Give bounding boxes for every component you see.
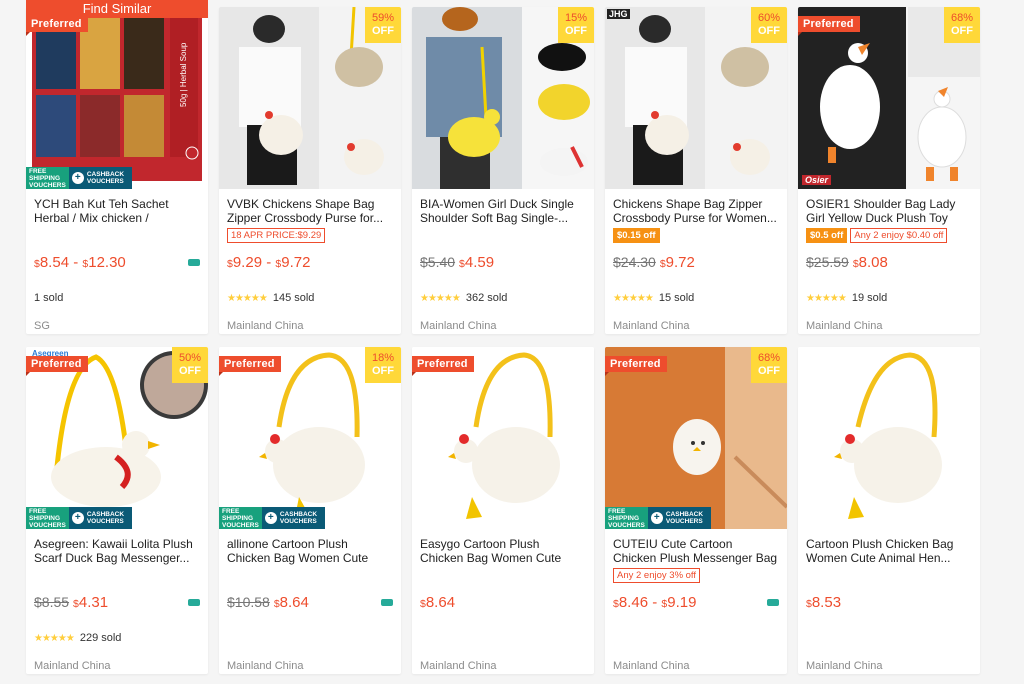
svg-text:50g | Herbal Soup: 50g | Herbal Soup: [179, 42, 188, 107]
rating-sold: ★★★★★ 229 sold: [34, 632, 122, 644]
original-price: $8.55: [34, 594, 70, 610]
discount-badge: 60% OFF: [751, 7, 787, 43]
product-location: Mainland China: [34, 660, 111, 672]
product-price: $8.46 - $9.19: [613, 594, 697, 611]
product-location: Mainland China: [420, 320, 497, 332]
preferred-badge: Preferred: [798, 16, 860, 36]
product-location: Mainland China: [420, 660, 497, 672]
product-price: $8.64: [420, 594, 456, 611]
promo-tag: Any 2 enjoy 3% off: [613, 568, 701, 583]
original-price: $25.59: [806, 254, 849, 270]
rating-stars: ★★★★★: [613, 292, 654, 304]
product-price: $8.54 - $12.30: [34, 254, 126, 271]
product-price: $8.55 $4.31: [34, 594, 109, 611]
voucher-banner: FREE SHIPPING VOUCHERS + CASHBACK VOUCHERS: [219, 507, 325, 529]
product-location: Mainland China: [613, 660, 690, 672]
product-card[interactable]: 59% OFF VVBK Chickens Shape Bag Zipper Cr…: [219, 7, 401, 334]
product-card[interactable]: Preferred 18% OFF FREE SHIPPING VOUCHERS + …: [219, 347, 401, 674]
product-image[interactable]: 59% OFF: [219, 7, 401, 189]
discount-badge: 68% OFF: [751, 347, 787, 383]
rating-stars: ★★★★★: [34, 632, 75, 644]
rating-sold: ★★★★★ 145 sold: [227, 292, 315, 304]
product-location: Mainland China: [806, 320, 883, 332]
promo-tag: 18 APR PRICE:$9.29: [227, 228, 326, 243]
discount-badge: 18% OFF: [365, 347, 401, 383]
product-card[interactable]: Asegreen Preferred 50% OFF FREE SHIPPING VO…: [26, 347, 208, 674]
product-card[interactable]: Preferred Easygo Cartoon Plush Chicken B…: [412, 347, 594, 674]
product-title[interactable]: CUTEIU Cute Cartoon Chicken Plush Messen…: [613, 537, 779, 565]
discount-badge: 59% OFF: [365, 7, 401, 43]
shipping-icon: [188, 259, 200, 266]
product-price: $9.29 - $9.72: [227, 254, 311, 271]
rating-sold: ★★★★★ 15 sold: [613, 292, 695, 304]
product-card[interactable]: Preferred Osier 68% OFF OSIER1 Shoulder B…: [798, 7, 980, 334]
product-location: Mainland China: [227, 660, 304, 672]
product-title[interactable]: BIA-Women Girl Duck Single Shoulder Soft…: [420, 197, 586, 225]
product-card[interactable]: 15% OFF BIA-Women Girl Duck Single Should…: [412, 7, 594, 334]
find-similar-button[interactable]: Find Similar: [26, 0, 208, 18]
shipping-icon: [381, 599, 393, 606]
rating-sold: ★★★★★ 362 sold: [420, 292, 508, 304]
shipping-icon: [767, 599, 779, 606]
rating-stars: ★★★★★: [420, 292, 461, 304]
product-image[interactable]: Preferred: [412, 347, 594, 529]
product-title[interactable]: Easygo Cartoon Plush Chicken Bag Women C…: [420, 537, 586, 565]
preferred-badge: Preferred: [219, 356, 281, 376]
product-image[interactable]: [798, 347, 980, 529]
product-card[interactable]: Preferred 68% OFF FREE SHIPPING VOUCHERS + …: [605, 347, 787, 674]
product-title[interactable]: VVBK Chickens Shape Bag Zipper Crossbody…: [227, 197, 393, 225]
product-price: $8.53: [806, 594, 842, 611]
discount-badge: 68% OFF: [944, 7, 980, 43]
product-image[interactable]: Preferred Osier 68% OFF: [798, 7, 980, 189]
product-image[interactable]: Preferred 68% OFF FREE SHIPPING VOUCHERS + …: [605, 347, 787, 529]
brand-mark: JHG: [607, 9, 630, 19]
voucher-banner: FREE SHIPPING VOUCHERS + CASHBACK VOUCHERS: [26, 507, 132, 529]
voucher-banner: FREE SHIPPING VOUCHERS + CASHBACK VOUCHERS: [26, 167, 132, 189]
rating-sold: ★★★★★ 19 sold: [806, 292, 888, 304]
original-price: $10.58: [227, 594, 270, 610]
discount-badge: 50% OFF: [172, 347, 208, 383]
product-location: Mainland China: [613, 320, 690, 332]
product-location: Mainland China: [806, 660, 883, 672]
discount-tag: $0.15 off: [613, 228, 660, 243]
product-location: SG: [34, 320, 50, 332]
product-title[interactable]: Cartoon Plush Chicken Bag Women Cute Ani…: [806, 537, 972, 565]
original-price: $24.30: [613, 254, 656, 270]
product-title[interactable]: OSIER1 Shoulder Bag Lady Girl Yellow Duc…: [806, 197, 972, 225]
sold-count: 1 sold: [34, 292, 64, 304]
product-price: $25.59 $8.08: [806, 254, 888, 271]
product-card[interactable]: Cartoon Plush Chicken Bag Women Cute Ani…: [798, 347, 980, 674]
product-price: $10.58 $8.64: [227, 594, 309, 611]
product-title[interactable]: Asegreen: Kawaii Lolita Plush Scarf Duck…: [34, 537, 200, 565]
product-image[interactable]: Preferred 18% OFF FREE SHIPPING VOUCHERS + …: [219, 347, 401, 529]
product-image[interactable]: JHG 60% OFF: [605, 7, 787, 189]
discount-tag: $0.5 off: [806, 228, 848, 243]
product-location: Mainland China: [227, 320, 304, 332]
voucher-banner: FREE SHIPPING VOUCHERS + CASHBACK VOUCHERS: [605, 507, 711, 529]
preferred-badge: Preferred: [412, 356, 474, 376]
product-title[interactable]: YCH Bah Kut Teh Sachet Herbal / Mix chic…: [34, 197, 200, 225]
original-price: $5.40: [420, 254, 456, 270]
product-image[interactable]: 50g | Herbal Soup Preferred FREE SHIPPING…: [26, 7, 208, 189]
product-title[interactable]: allinone Cartoon Plush Chicken Bag Women…: [227, 537, 393, 565]
preferred-badge: Preferred: [605, 356, 667, 376]
product-price: $24.30 $9.72: [613, 254, 695, 271]
preferred-badge: Preferred: [26, 16, 88, 36]
product-image[interactable]: Asegreen Preferred 50% OFF FREE SHIPPING VO…: [26, 347, 208, 529]
product-card[interactable]: JHG 60% OFF Chickens Shape Bag Zipper Cro…: [605, 7, 787, 334]
rating-stars: ★★★★★: [806, 292, 847, 304]
product-title[interactable]: Chickens Shape Bag Zipper Crossbody Purs…: [613, 197, 779, 225]
product-image[interactable]: 15% OFF: [412, 7, 594, 189]
promo-tag: Any 2 enjoy $0.40 off: [850, 228, 948, 243]
discount-badge: 15% OFF: [558, 7, 594, 43]
product-card[interactable]: 50g | Herbal Soup Preferred FREE SHIPPING…: [26, 7, 208, 334]
brand-mark: Osier: [802, 175, 832, 185]
shipping-icon: [188, 599, 200, 606]
product-price: $5.40 $4.59: [420, 254, 495, 271]
rating-stars: ★★★★★: [227, 292, 268, 304]
preferred-badge: Preferred: [26, 356, 88, 376]
